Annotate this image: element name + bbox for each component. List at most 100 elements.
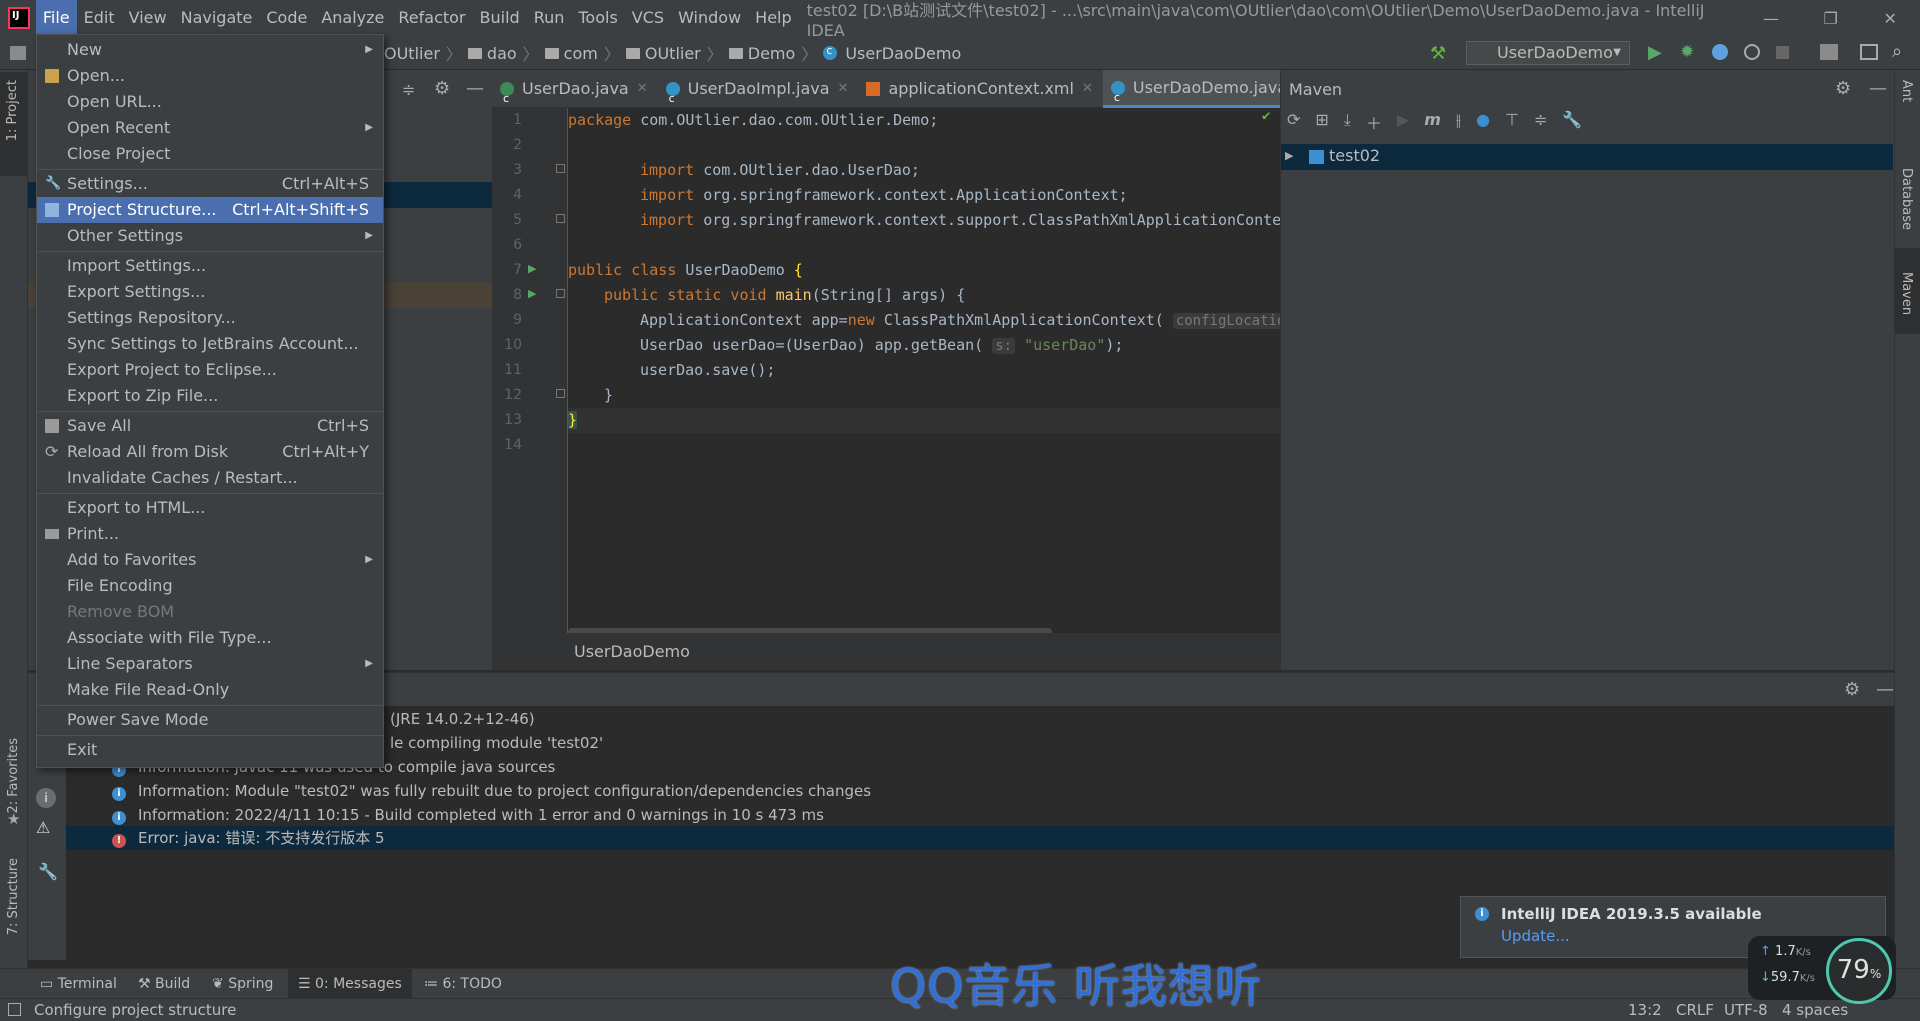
reload-icon[interactable]: ⟳ [1287, 110, 1300, 134]
menu-item-open[interactable]: Open... [37, 63, 383, 89]
menu-item-import-settings[interactable]: Import Settings... [37, 253, 383, 279]
expand-icon[interactable]: ▶ [1285, 149, 1293, 162]
wrench-icon[interactable]: 🔧 [38, 862, 58, 881]
skip-tests-icon[interactable]: ● [1476, 110, 1490, 134]
hide-icon[interactable]: — [1869, 78, 1887, 99]
favorites-tab-label[interactable]: 2: Favorites [6, 738, 21, 814]
hide-icon[interactable]: — [1876, 679, 1894, 700]
menu-refactor[interactable]: Refactor [391, 0, 472, 36]
coverage-icon[interactable] [1712, 44, 1728, 60]
menu-item-settings-repository[interactable]: Settings Repository... [37, 305, 383, 331]
menu-view[interactable]: View [122, 0, 174, 36]
menu-item-power-save[interactable]: Power Save Mode [37, 707, 383, 733]
fold-icon[interactable] [556, 214, 565, 223]
breadcrumb-item[interactable]: dao 〉 [467, 36, 545, 70]
close-tab-icon[interactable]: ✕ [1082, 70, 1093, 108]
menu-file[interactable]: File [35, 0, 77, 36]
profile-icon[interactable] [1744, 44, 1760, 60]
tab-terminal[interactable]: ▭ Terminal [40, 969, 117, 999]
menu-item-associate-file-type[interactable]: Associate with File Type... [37, 625, 383, 651]
stop-icon[interactable] [1776, 46, 1789, 59]
tab-todo[interactable]: ≔ 6: TODO [424, 969, 502, 999]
plus-icon[interactable]: ＋ [1366, 110, 1382, 134]
menu-item-invalidate-caches[interactable]: Invalidate Caches / Restart... [37, 465, 383, 491]
menu-edit[interactable]: Edit [77, 0, 122, 36]
file-encoding[interactable]: UTF-8 [1724, 1001, 1768, 1019]
close-icon[interactable]: ✕ [1860, 0, 1920, 36]
run-gutter-icon[interactable]: ▶ [528, 287, 536, 300]
menu-run[interactable]: Run [527, 0, 572, 36]
search-icon[interactable]: ⌕ [1892, 41, 1902, 62]
run-gutter-icon[interactable]: ▶ [528, 262, 536, 275]
minimize-icon[interactable]: — [1741, 0, 1801, 36]
breadcrumb-item[interactable]: com 〉 [544, 36, 626, 70]
error-message-line[interactable]: ! Error: java: 错误: 不支持发行版本 5 [112, 826, 385, 850]
menu-item-print[interactable]: Print... [37, 521, 383, 547]
show-dependencies-icon[interactable]: ⊤ [1505, 110, 1519, 134]
menu-help[interactable]: Help [748, 0, 798, 36]
close-tab-icon[interactable]: ✕ [838, 70, 849, 108]
restore-icon[interactable]: ❐ [1801, 0, 1861, 36]
caret-position[interactable]: 13:2 [1628, 1001, 1662, 1019]
tab-messages[interactable]: ☰ 0: Messages [288, 969, 412, 999]
ant-tab-label[interactable]: Ant [1899, 80, 1914, 102]
menu-item-export-html[interactable]: Export to HTML... [37, 495, 383, 521]
menu-item-open-url[interactable]: Open URL... [37, 89, 383, 115]
close-tab-icon[interactable]: ✕ [637, 70, 648, 108]
menu-item-other-settings[interactable]: Other Settings ▶ [37, 223, 383, 249]
gear-icon[interactable]: ⚙ [434, 78, 450, 99]
project-structure-icon[interactable] [1820, 44, 1838, 60]
fold-icon[interactable] [556, 289, 565, 298]
warning-filter-icon[interactable]: ⚠ [36, 818, 50, 837]
collapse-icon[interactable]: ≑ [1534, 110, 1547, 134]
message-line[interactable]: (JRE 14.0.2+12-46) [390, 707, 535, 731]
menu-item-new[interactable]: New ▶ [37, 37, 383, 63]
status-toggle-icon[interactable] [8, 1003, 21, 1016]
menu-item-exit[interactable]: Exit [37, 737, 383, 763]
menu-item-close-project[interactable]: Close Project [37, 141, 383, 167]
breadcrumb-item[interactable]: OUtlier 〉 [384, 36, 468, 70]
tab-applicationcontext[interactable]: applicationContext.xml ✕ [858, 70, 1102, 108]
database-tab-label[interactable]: Database [1899, 168, 1914, 230]
layout-icon[interactable] [1860, 44, 1878, 60]
menu-item-export-zip[interactable]: Export to Zip File... [37, 383, 383, 409]
indent-setting[interactable]: 4 spaces [1782, 1001, 1848, 1019]
menu-navigate[interactable]: Navigate [174, 0, 260, 36]
message-line[interactable]: i Information: 2022/4/11 10:15 - Build co… [112, 803, 824, 827]
menu-item-sync-settings[interactable]: Sync Settings to JetBrains Account... [37, 331, 383, 357]
fold-icon[interactable] [556, 389, 565, 398]
menu-item-project-structure[interactable]: Project Structure... Ctrl+Alt+Shift+S [37, 197, 383, 223]
run-config-select[interactable]: UserDaoDemo ▼ [1466, 41, 1630, 65]
toggle-offline-icon[interactable]: ⫲ [1456, 110, 1461, 134]
breadcrumb-item[interactable]: Demo 〉 [728, 36, 824, 70]
maven-tool-tab[interactable]: Maven [1895, 248, 1920, 334]
menu-window[interactable]: Window [671, 0, 748, 36]
menu-analyze[interactable]: Analyze [314, 0, 391, 36]
tab-build[interactable]: ⚒ Build [138, 969, 190, 999]
menu-item-open-recent[interactable]: Open Recent ▶ [37, 115, 383, 141]
tab-userdao[interactable]: UserDao.java✕ [492, 70, 658, 118]
update-link[interactable]: Update... [1501, 927, 1570, 945]
build-hammer-icon[interactable]: ⚒ [1430, 43, 1446, 64]
tab-spring[interactable]: ❦ Spring [212, 969, 273, 999]
maven-project-row[interactable]: ▶ test02 [1281, 144, 1893, 170]
debug-icon[interactable]: ✹ [1680, 42, 1694, 62]
menu-vcs[interactable]: VCS [625, 0, 671, 36]
download-icon[interactable]: ⤓ [1344, 110, 1351, 134]
fold-icon[interactable] [556, 164, 565, 173]
message-line[interactable]: le compiling module 'test02' [390, 731, 603, 755]
wrench-icon[interactable]: 🔧 [1562, 110, 1582, 134]
run-icon[interactable]: ▶ [1648, 42, 1662, 63]
gear-icon[interactable]: ⚙ [1835, 78, 1851, 99]
menu-item-export-settings[interactable]: Export Settings... [37, 279, 383, 305]
hide-icon[interactable]: — [466, 78, 484, 99]
footer-class-name[interactable]: UserDaoDemo [574, 642, 690, 661]
info-filter-icon[interactable]: i [36, 788, 56, 808]
menu-item-line-separators[interactable]: Line Separators ▶ [37, 651, 383, 677]
menu-item-reload[interactable]: ⟳ Reload All from Disk Ctrl+Alt+Y [37, 439, 383, 465]
maven-goal-icon[interactable]: m [1424, 110, 1441, 134]
menu-build[interactable]: Build [473, 0, 527, 36]
line-separator[interactable]: CRLF [1676, 1001, 1714, 1019]
breadcrumb-item[interactable]: OUtlier 〉 [625, 36, 729, 70]
menu-item-add-favorites[interactable]: Add to Favorites ▶ [37, 547, 383, 573]
